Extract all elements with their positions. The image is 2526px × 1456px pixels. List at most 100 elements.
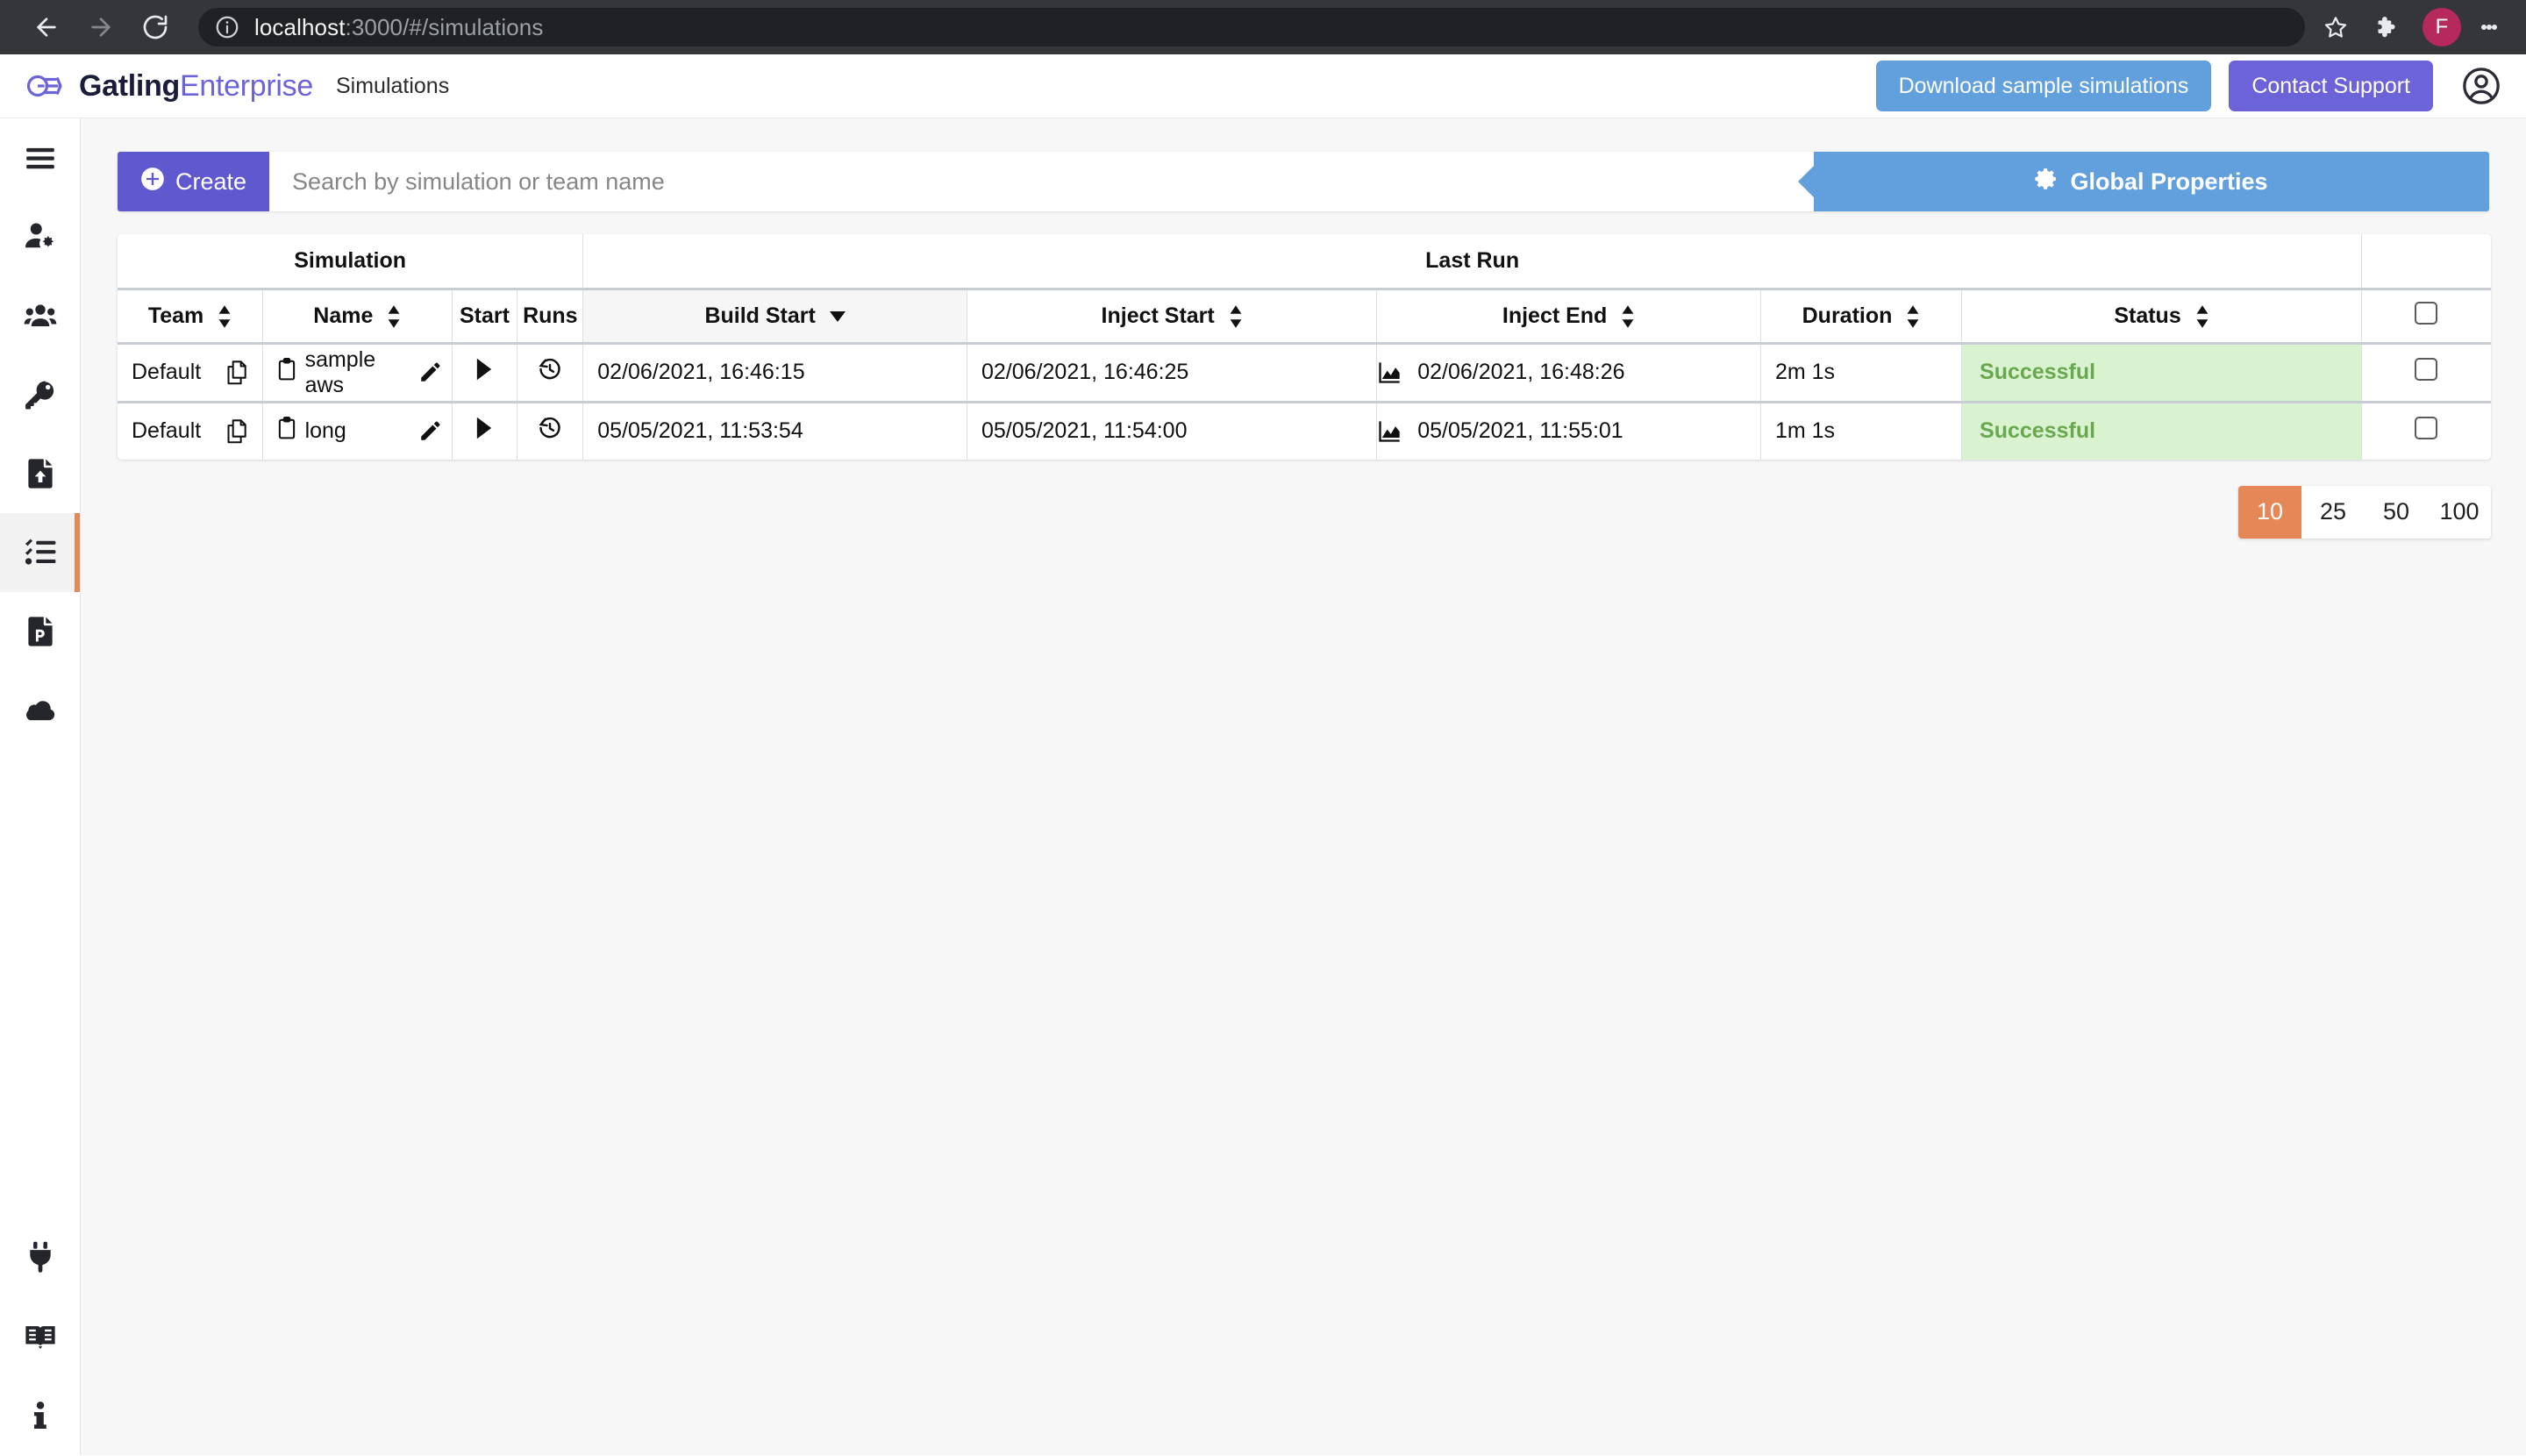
page-size-100[interactable]: 100	[2428, 486, 2491, 539]
inject-end-value: 05/05/2021, 11:55:01	[1417, 418, 1623, 443]
cell-start	[452, 343, 518, 402]
area-chart-icon[interactable]	[1377, 420, 1402, 443]
pagination-row: 10 25 50 100	[118, 485, 2491, 539]
column-header-name[interactable]: Name	[262, 289, 453, 345]
avatar[interactable]: F	[2423, 8, 2461, 46]
history-icon[interactable]	[532, 416, 568, 440]
row-checkbox[interactable]	[2415, 358, 2438, 381]
create-button[interactable]: Create	[118, 152, 270, 211]
sort-both-icon	[1621, 305, 1635, 328]
avatar-initial: F	[2435, 15, 2449, 39]
select-all-checkbox[interactable]	[2415, 301, 2438, 325]
page-size-10[interactable]: 10	[2238, 485, 2301, 539]
status-badge: Successful	[1961, 402, 2362, 460]
create-button-label: Create	[175, 168, 247, 195]
column-header-duration[interactable]: Duration	[1760, 289, 1963, 345]
back-button[interactable]	[19, 0, 74, 54]
simulation-name[interactable]: sample aws	[305, 347, 410, 398]
column-label-duration: Duration	[1802, 303, 1893, 328]
column-header-select-all[interactable]	[2361, 289, 2491, 345]
sort-both-icon	[387, 305, 401, 328]
user-circle-icon[interactable]	[2461, 66, 2501, 106]
column-header-status[interactable]: Status	[1961, 289, 2362, 345]
brand-primary: Gatling	[79, 68, 181, 103]
cell-inject-end: 02/06/2021, 16:48:26	[1376, 343, 1761, 402]
sidebar-item-pools[interactable]	[0, 592, 80, 671]
sidebar-item-menu[interactable]	[0, 118, 80, 197]
cell-inject-end: 05/05/2021, 11:55:01	[1376, 402, 1761, 460]
cell-select[interactable]	[2361, 343, 2491, 402]
brand-text: GatlingEnterprise	[79, 69, 313, 103]
star-icon[interactable]	[2310, 2, 2361, 53]
puzzle-icon[interactable]	[2361, 2, 2412, 53]
chrome-actions: F	[2310, 2, 2507, 53]
sidebar-item-cloud[interactable]	[0, 671, 80, 750]
sidebar-item-plugins[interactable]	[0, 1218, 80, 1297]
search-field[interactable]	[269, 152, 1814, 211]
simulation-name[interactable]: long	[305, 418, 410, 444]
browser-toolbar: localhost:3000/#/simulations F	[0, 0, 2526, 54]
kebab-menu-icon[interactable]	[2472, 2, 2507, 53]
table-group-header-row: Simulation Last Run	[118, 234, 2491, 290]
row-checkbox[interactable]	[2415, 417, 2438, 439]
page-size-50[interactable]: 50	[2365, 486, 2428, 539]
cell-duration: 1m 1s	[1760, 402, 1963, 460]
global-properties-label: Global Properties	[2070, 168, 2268, 195]
brand-secondary: Enterprise	[180, 68, 313, 103]
group-header-blank	[2361, 234, 2491, 290]
sidebar-item-teams[interactable]	[0, 276, 80, 355]
sidebar-item-simulations[interactable]	[0, 513, 80, 592]
reload-button[interactable]	[128, 0, 182, 54]
column-header-start: Start	[452, 289, 518, 345]
cell-duration: 2m 1s	[1760, 343, 1963, 402]
area-chart-icon[interactable]	[1377, 361, 1402, 384]
cell-select[interactable]	[2361, 402, 2491, 460]
clipboard-icon	[277, 358, 296, 387]
column-label-team: Team	[147, 303, 204, 328]
search-input[interactable]	[292, 168, 1814, 196]
forward-button[interactable]	[74, 0, 128, 54]
column-header-inject-end[interactable]: Inject End	[1376, 289, 1761, 345]
sidebar-item-packages[interactable]	[0, 434, 80, 513]
page-size-25[interactable]: 25	[2301, 486, 2365, 539]
table-row: Default long 05/05/2021, 11:53:54 05/05/…	[118, 402, 2491, 460]
column-label-name: Name	[313, 303, 374, 328]
column-label-inject-start: Inject Start	[1101, 303, 1215, 328]
pencil-icon[interactable]	[418, 420, 441, 443]
play-icon[interactable]	[467, 357, 503, 382]
team-label: Default	[132, 418, 202, 443]
global-properties-button[interactable]: Global Properties	[1814, 152, 2489, 211]
brand-logo[interactable]: GatlingEnterprise	[26, 69, 313, 103]
sort-both-icon	[1906, 305, 1920, 328]
simulations-table: Simulation Last Run Team Name Start Runs…	[118, 234, 2491, 460]
column-header-runs: Runs	[517, 289, 584, 345]
download-sample-simulations-button[interactable]: Download sample simulations	[1875, 61, 2212, 111]
site-info-icon[interactable]	[214, 14, 240, 40]
play-icon[interactable]	[467, 416, 503, 440]
contact-support-button[interactable]: Contact Support	[2229, 61, 2433, 111]
gear-icon	[2035, 168, 2058, 196]
sidebar-item-documentation[interactable]	[0, 1297, 80, 1376]
sidebar-item-user-settings[interactable]	[0, 197, 80, 276]
cell-name: sample aws	[262, 343, 453, 402]
page-size-selector: 10 25 50 100	[2238, 485, 2491, 539]
cell-runs	[517, 343, 584, 402]
cell-build-start: 02/06/2021, 16:46:15	[582, 343, 967, 402]
column-header-inject-start[interactable]: Inject Start	[967, 289, 1378, 345]
column-header-team[interactable]: Team	[118, 289, 264, 345]
pencil-icon[interactable]	[418, 361, 441, 384]
address-bar[interactable]: localhost:3000/#/simulations	[198, 8, 2305, 46]
column-header-build-start[interactable]: Build Start	[582, 289, 967, 345]
cell-build-start: 05/05/2021, 11:53:54	[582, 402, 967, 460]
header-actions: Download sample simulations Contact Supp…	[1875, 61, 2501, 111]
sidebar-item-about[interactable]	[0, 1376, 80, 1455]
sidebar-item-api-tokens[interactable]	[0, 355, 80, 434]
history-icon[interactable]	[532, 357, 568, 382]
cell-team: Default	[118, 403, 263, 460]
copy-icon[interactable]	[225, 418, 248, 444]
copy-icon[interactable]	[225, 360, 248, 385]
group-header-last-run: Last Run	[582, 234, 2362, 290]
app-header: GatlingEnterprise Simulations Download s…	[0, 54, 2526, 118]
page-body: Create Global Properties	[0, 118, 2526, 1455]
main-content: Create Global Properties	[81, 118, 2526, 1455]
